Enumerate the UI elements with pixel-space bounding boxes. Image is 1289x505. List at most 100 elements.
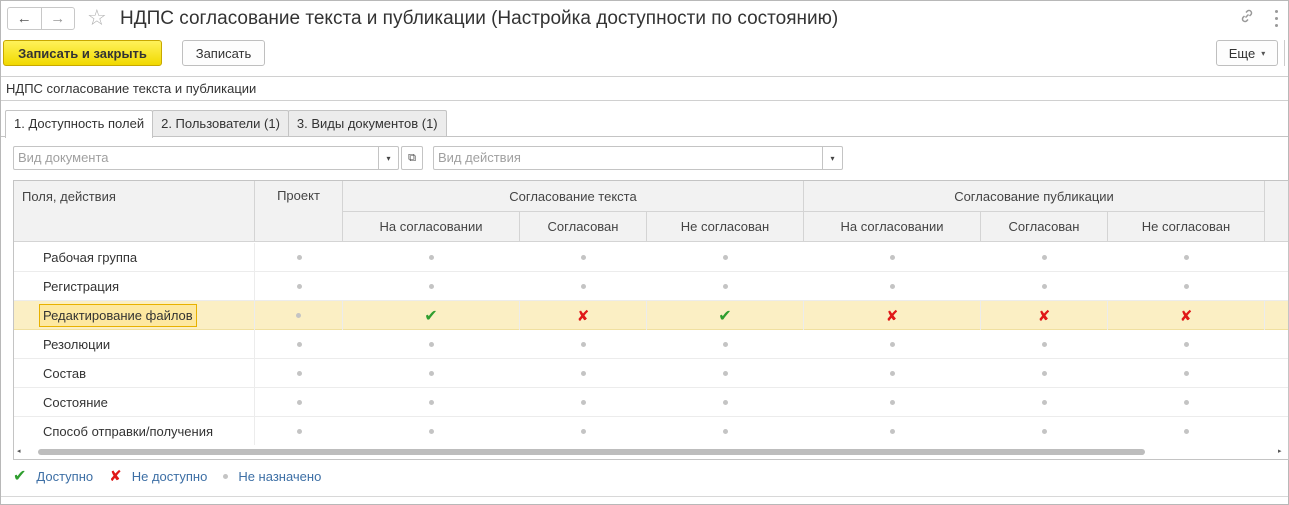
horizontal-scrollbar[interactable]: ◂ ▸ (14, 445, 1288, 459)
favorite-star-icon[interactable]: ☆ (87, 6, 107, 30)
cell-text-not-approved[interactable] (647, 243, 804, 272)
field-name-cell[interactable]: Способ отправки/получения (14, 417, 255, 446)
cell-pub-not-approved[interactable] (1108, 417, 1265, 446)
cell-text-approved[interactable]: ✘ (520, 301, 647, 330)
dot-icon (223, 473, 229, 479)
cell-project[interactable] (255, 301, 343, 330)
cell-text-not-approved[interactable]: ✔ (647, 301, 804, 330)
back-arrow-icon[interactable]: ← (8, 8, 41, 29)
cell-text-not-approved[interactable] (647, 272, 804, 301)
cell-text-on-approval[interactable] (343, 388, 520, 417)
scroll-left-icon[interactable]: ◂ (17, 447, 21, 455)
scroll-right-icon[interactable]: ▸ (1278, 447, 1282, 455)
save-button[interactable]: Записать (182, 40, 265, 66)
cell-project[interactable] (255, 417, 343, 446)
chevron-down-icon: ▾ (1261, 48, 1266, 58)
tab-document-types[interactable]: 3. Виды документов (1) (287, 110, 447, 137)
cell-pub-approved[interactable] (981, 359, 1108, 388)
cell-text-not-approved[interactable] (647, 330, 804, 359)
field-name-cell[interactable]: Редактирование файлов (14, 301, 255, 330)
document-type-select[interactable]: Вид документа ▾ (13, 146, 399, 170)
cross-icon: ✘ (109, 468, 122, 485)
cell-project[interactable] (255, 388, 343, 417)
window: ← → ☆ НДПС согласование текста и публика… (0, 0, 1289, 505)
cell-text-approved[interactable] (520, 330, 647, 359)
cell-text-not-approved[interactable] (647, 417, 804, 446)
cell-pub-not-approved[interactable] (1108, 243, 1265, 272)
cell-pub-on-approval[interactable] (804, 359, 981, 388)
tab-field-availability[interactable]: 1. Доступность полей (5, 110, 154, 138)
action-type-select[interactable]: Вид действия ▾ (433, 146, 843, 170)
header-text-not-approved: Не согласован (647, 212, 804, 242)
cell-project[interactable] (255, 330, 343, 359)
cell-text-on-approval[interactable] (343, 272, 520, 301)
field-name-label: Регистрация (43, 279, 119, 294)
cell-pub-approved[interactable] (981, 272, 1108, 301)
cell-text-not-approved[interactable] (647, 359, 804, 388)
legend-available-label: Доступно (36, 468, 94, 484)
cell-project[interactable] (255, 243, 343, 272)
scrollbar-thumb[interactable] (38, 449, 1145, 455)
cell-text-not-approved[interactable] (647, 388, 804, 417)
table-row[interactable]: Способ отправки/получения (14, 417, 1288, 446)
cell-text-approved[interactable] (520, 417, 647, 446)
cell-text-approved[interactable] (520, 359, 647, 388)
field-name-cell[interactable]: Состояние (14, 388, 255, 417)
cell-pub-on-approval[interactable] (804, 417, 981, 446)
availability-table: Поля, действия Проект Согласование текст… (13, 180, 1289, 460)
title-bar: ← → ☆ НДПС согласование текста и публика… (1, 1, 1288, 37)
forward-arrow-icon[interactable]: → (40, 8, 75, 29)
cell-text-on-approval[interactable] (343, 359, 520, 388)
cell-pub-not-approved[interactable]: ✘ (1108, 301, 1265, 330)
field-name-cell[interactable]: Состав (14, 359, 255, 388)
cell-text-approved[interactable] (520, 388, 647, 417)
dot-icon (890, 342, 895, 347)
cell-text-on-approval[interactable] (343, 417, 520, 446)
cell-pub-not-approved[interactable] (1108, 272, 1265, 301)
link-icon[interactable] (1239, 8, 1255, 29)
table-row[interactable]: Регистрация (14, 272, 1288, 301)
dot-icon (581, 371, 586, 376)
legend-not-available-label: Не доступно (131, 468, 208, 484)
cell-pub-on-approval[interactable] (804, 243, 981, 272)
dot-icon (296, 400, 302, 405)
cell-project[interactable] (255, 272, 343, 301)
cell-pub-on-approval[interactable]: ✘ (804, 301, 981, 330)
tab-users[interactable]: 2. Пользователи (1) (152, 110, 289, 137)
cell-pub-approved[interactable] (981, 417, 1108, 446)
more-vertical-icon[interactable] (1273, 8, 1279, 29)
cell-text-on-approval[interactable]: ✔ (343, 301, 520, 330)
name-field[interactable]: НДПС согласование текста и публикации (1, 76, 1288, 101)
cell-text-on-approval[interactable] (343, 243, 520, 272)
save-and-close-button[interactable]: Записать и закрыть (3, 40, 162, 66)
cell-text-approved[interactable] (520, 272, 647, 301)
check-icon: ✔ (13, 468, 27, 485)
cell-pub-not-approved[interactable] (1108, 330, 1265, 359)
field-name-cell[interactable]: Рабочая группа (14, 243, 255, 272)
cell-pub-on-approval[interactable] (804, 272, 981, 301)
cell-pub-not-approved[interactable] (1108, 388, 1265, 417)
footer-divider (1, 496, 1288, 497)
table-row[interactable]: Состояние (14, 388, 1288, 417)
cell-pub-approved[interactable]: ✘ (981, 301, 1108, 330)
cell-text-approved[interactable] (520, 243, 647, 272)
chevron-down-icon[interactable]: ▾ (822, 147, 842, 169)
cell-text-on-approval[interactable] (343, 330, 520, 359)
cell-pub-approved[interactable] (981, 243, 1108, 272)
cell-pub-on-approval[interactable] (804, 388, 981, 417)
cell-pub-approved[interactable] (981, 388, 1108, 417)
dot-icon (1184, 284, 1189, 289)
more-button[interactable]: Еще ▾ (1216, 40, 1278, 66)
cell-project[interactable] (255, 359, 343, 388)
field-name-cell[interactable]: Резолюции (14, 330, 255, 359)
table-row[interactable]: Редактирование файлов ✔ ✘ ✔ ✘ ✘ ✘ (14, 301, 1288, 330)
cell-pub-not-approved[interactable] (1108, 359, 1265, 388)
table-row[interactable]: Резолюции (14, 330, 1288, 359)
cell-pub-on-approval[interactable] (804, 330, 981, 359)
cell-pub-approved[interactable] (981, 330, 1108, 359)
table-row[interactable]: Рабочая группа (14, 243, 1288, 272)
open-document-type-button[interactable]: ⧉ (401, 146, 423, 170)
table-row[interactable]: Состав (14, 359, 1288, 388)
field-name-cell[interactable]: Регистрация (14, 272, 255, 301)
chevron-down-icon[interactable]: ▾ (378, 147, 398, 169)
